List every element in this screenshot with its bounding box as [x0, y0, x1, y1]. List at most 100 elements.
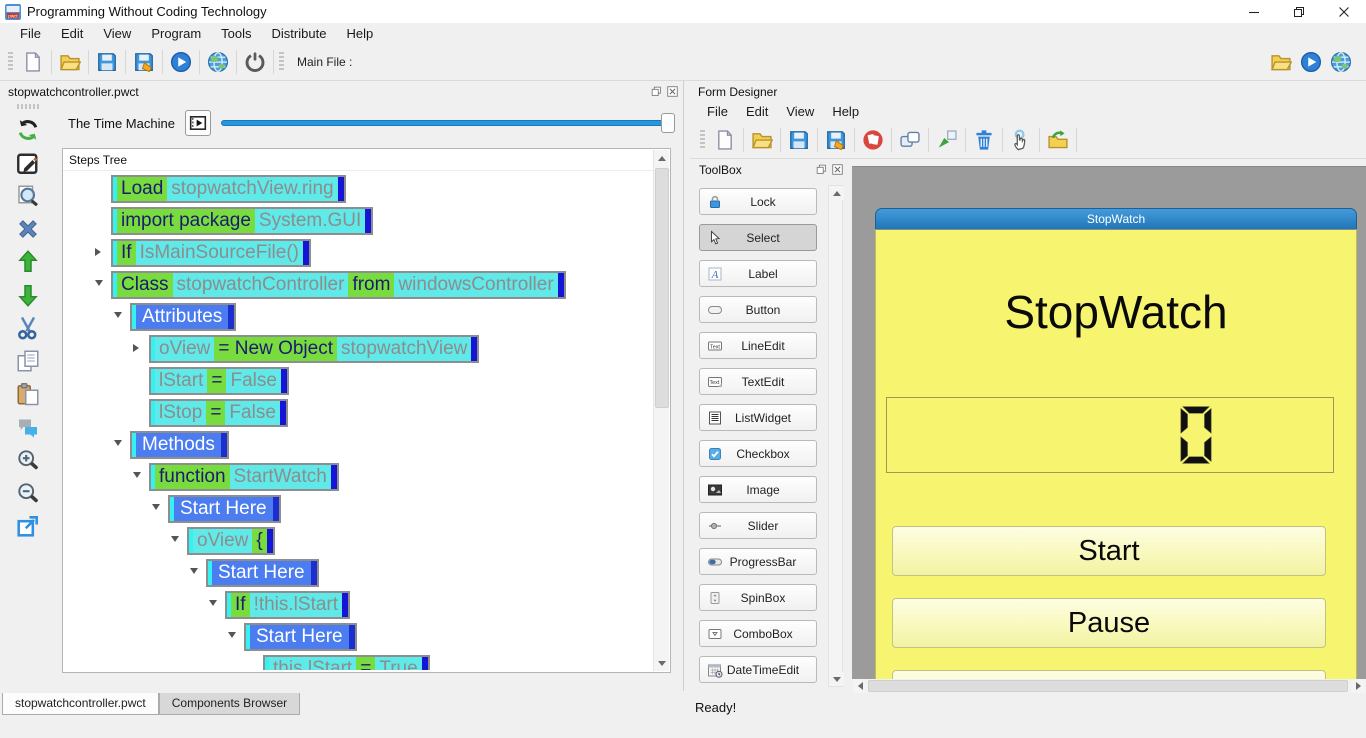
- toolbox-item-slider[interactable]: Slider: [699, 512, 817, 539]
- tree-row[interactable]: functionStartWatch: [63, 463, 653, 489]
- tree-row[interactable]: IfIsMainSourceFile(): [63, 239, 653, 265]
- toolbox-item-datetimeedit[interactable]: DateTimeEdit: [699, 656, 817, 683]
- toolbox-item-label[interactable]: ALabel: [699, 260, 817, 287]
- scrollbar-thumb[interactable]: [655, 168, 669, 408]
- paste-control-button[interactable]: [932, 125, 962, 155]
- tree-expanded-arrow-icon[interactable]: [228, 632, 236, 638]
- menu-program[interactable]: Program: [141, 24, 211, 43]
- toolbar-grip[interactable]: [700, 130, 705, 150]
- paste-step-button[interactable]: [13, 379, 43, 409]
- tree-expanded-arrow-icon[interactable]: [133, 472, 141, 478]
- tree-row[interactable]: Methods: [63, 431, 653, 457]
- close-panel-button[interactable]: [830, 162, 844, 176]
- tree-row[interactable]: oView{: [63, 527, 653, 553]
- tree-row[interactable]: import packageSystem.GUI: [63, 207, 653, 233]
- scroll-left-button[interactable]: [853, 679, 867, 693]
- tree-row[interactable]: oView= New ObjectstopwatchView: [63, 335, 653, 361]
- scroll-down-button[interactable]: [830, 672, 844, 686]
- tree-row[interactable]: Start Here: [63, 559, 653, 585]
- new-file-button[interactable]: [710, 125, 740, 155]
- fd-menu-edit[interactable]: Edit: [737, 102, 777, 121]
- time-machine-play-button[interactable]: [185, 110, 211, 136]
- tab-components-browser[interactable]: Components Browser: [159, 693, 300, 715]
- tree-row[interactable]: LoadstopwatchView.ring: [63, 175, 653, 201]
- comments-button[interactable]: [13, 412, 43, 442]
- tree-row[interactable]: this.lStart=True: [63, 655, 653, 670]
- toolbox-item-spinbox[interactable]: SpinBox: [699, 584, 817, 611]
- canvas-h-scrollbar[interactable]: [852, 679, 1366, 693]
- tree-collapsed-arrow-icon[interactable]: [133, 344, 139, 352]
- toolbox-item-image[interactable]: Image: [699, 476, 817, 503]
- menu-distribute[interactable]: Distribute: [262, 24, 337, 43]
- tree-expanded-arrow-icon[interactable]: [171, 536, 179, 542]
- toolbox-item-textedit[interactable]: TextTextEdit: [699, 368, 817, 395]
- web-button[interactable]: [1326, 47, 1356, 77]
- restore-button[interactable]: [1276, 0, 1321, 23]
- preview-button-pause[interactable]: Pause: [892, 598, 1326, 648]
- menu-file[interactable]: File: [10, 24, 51, 43]
- view-step-button[interactable]: [13, 181, 43, 211]
- scrollbar-thumb[interactable]: [868, 680, 1348, 692]
- tree-expanded-arrow-icon[interactable]: [95, 280, 103, 286]
- fd-menu-help[interactable]: Help: [823, 102, 868, 121]
- tree-expanded-arrow-icon[interactable]: [114, 312, 122, 318]
- tree-row[interactable]: Start Here: [63, 495, 653, 521]
- external-window-button[interactable]: [13, 511, 43, 541]
- preview-button-exit[interactable]: Exit: [892, 670, 1326, 679]
- close-panel-button[interactable]: [665, 84, 679, 98]
- toolbox-item-button[interactable]: Button: [699, 296, 817, 323]
- menu-help[interactable]: Help: [336, 24, 383, 43]
- toolbar-grip[interactable]: [8, 52, 13, 72]
- scroll-down-button[interactable]: [655, 656, 669, 670]
- scroll-right-button[interactable]: [1351, 679, 1365, 693]
- scroll-up-button[interactable]: [830, 186, 844, 200]
- tree-row[interactable]: lStop=False: [63, 399, 653, 425]
- move-up-button[interactable]: [13, 247, 43, 277]
- open-file-button[interactable]: [1266, 47, 1296, 77]
- preview-heading-label[interactable]: StopWatch: [876, 285, 1356, 339]
- scroll-up-button[interactable]: [655, 151, 669, 165]
- web-button[interactable]: [203, 47, 233, 77]
- toolbox-item-combobox[interactable]: ComboBox: [699, 620, 817, 647]
- float-panel-button[interactable]: [814, 162, 828, 176]
- run-button[interactable]: [166, 47, 196, 77]
- menu-tools[interactable]: Tools: [211, 24, 261, 43]
- tree-expanded-arrow-icon[interactable]: [152, 504, 160, 510]
- delete-step-button[interactable]: [13, 214, 43, 244]
- tree-row[interactable]: Attributes: [63, 303, 653, 329]
- move-down-button[interactable]: [13, 280, 43, 310]
- preview-window-body[interactable]: StopWatch StartPauseExit: [875, 229, 1357, 679]
- time-machine-slider-track[interactable]: [221, 120, 675, 126]
- reload-form-button[interactable]: [1043, 125, 1073, 155]
- tab-stopwatchcontroller-pwct[interactable]: stopwatchcontroller.pwct: [2, 693, 159, 715]
- design-canvas[interactable]: StopWatch StopWatch StartPauseExit: [852, 166, 1366, 679]
- tree-expanded-arrow-icon[interactable]: [190, 568, 198, 574]
- zoom-in-button[interactable]: [13, 445, 43, 475]
- preview-window-titlebar[interactable]: StopWatch: [875, 208, 1357, 229]
- toolbox-item-checkbox[interactable]: Checkbox: [699, 440, 817, 467]
- interact-button[interactable]: [13, 115, 43, 145]
- new-file-button[interactable]: [18, 47, 48, 77]
- save-button[interactable]: [92, 47, 122, 77]
- steps-tree-scrollbar[interactable]: [653, 150, 669, 671]
- preview-window[interactable]: StopWatch StopWatch StartPauseExit: [875, 208, 1357, 679]
- close-button[interactable]: [1321, 0, 1366, 23]
- toolbox-item-lock[interactable]: Lock: [699, 188, 817, 215]
- delete-control-button[interactable]: [969, 125, 999, 155]
- fd-menu-file[interactable]: File: [698, 102, 737, 121]
- minimize-button[interactable]: [1231, 0, 1276, 23]
- power-button[interactable]: [240, 47, 270, 77]
- cut-step-button[interactable]: [13, 313, 43, 343]
- tree-row[interactable]: If!this.lStart: [63, 591, 653, 617]
- time-machine-slider-handle[interactable]: [661, 113, 675, 133]
- toolbox-item-progressbar[interactable]: ProgressBar: [699, 548, 817, 575]
- save-as-button[interactable]: [129, 47, 159, 77]
- tree-collapsed-arrow-icon[interactable]: [95, 248, 101, 256]
- open-file-button[interactable]: [747, 125, 777, 155]
- tree-row[interactable]: Start Here: [63, 623, 653, 649]
- copy-step-button[interactable]: [13, 346, 43, 376]
- tree-row[interactable]: ClassstopwatchControllerfromwindowsContr…: [63, 271, 653, 297]
- zoom-out-button[interactable]: [13, 478, 43, 508]
- toolbox-scrollbar[interactable]: [828, 185, 843, 687]
- toolbox-item-lineedit[interactable]: TextLineEdit: [699, 332, 817, 359]
